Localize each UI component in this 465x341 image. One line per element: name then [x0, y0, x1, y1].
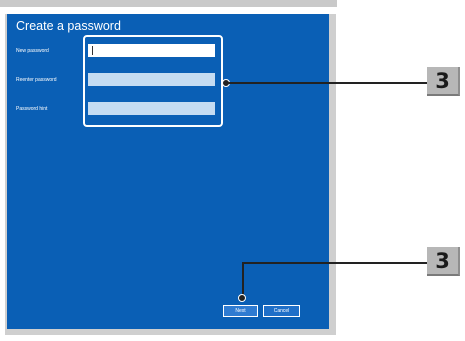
reenter-password-input[interactable]	[88, 73, 215, 86]
create-password-dialog: Create a password New password Reenter p…	[7, 14, 329, 329]
password-hint-input[interactable]	[88, 102, 215, 115]
callout-2-badge: 3	[427, 247, 460, 276]
callout-2-vline	[242, 262, 244, 296]
callout-1-badge: 3	[427, 67, 460, 96]
next-button[interactable]: Next	[223, 305, 258, 317]
callout-2-line	[242, 262, 427, 264]
top-strip	[0, 0, 337, 7]
dialog-title: Create a password	[16, 19, 121, 33]
cancel-button[interactable]: Cancel	[263, 305, 300, 317]
callout-1-line	[227, 82, 427, 84]
new-password-label: New password	[16, 48, 49, 54]
callout-2-dot	[238, 294, 246, 302]
manual-page: Create a password New password Reenter p…	[0, 0, 465, 341]
text-caret	[92, 46, 93, 55]
password-hint-label: Password hint	[16, 106, 48, 112]
new-password-input[interactable]	[88, 44, 215, 57]
reenter-password-label: Reenter password	[16, 77, 57, 83]
